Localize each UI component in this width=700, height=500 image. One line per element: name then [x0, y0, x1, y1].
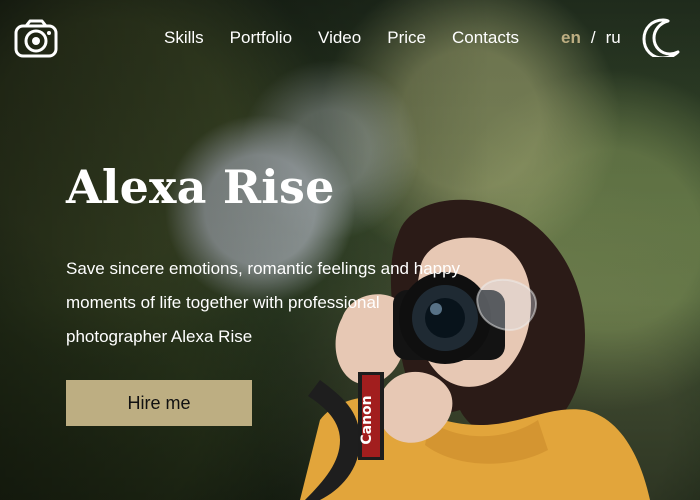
nav-skills[interactable]: Skills [164, 28, 204, 48]
nav-video[interactable]: Video [318, 28, 361, 48]
language-switcher: en / ru [561, 28, 621, 48]
moon-icon[interactable] [642, 17, 682, 57]
lang-en[interactable]: en [561, 28, 581, 48]
hero-content: Alexa Rise Save sincere emotions, romant… [66, 158, 486, 426]
main-nav: Skills Portfolio Video Price Contacts [164, 28, 519, 48]
hero-title: Alexa Rise [66, 160, 335, 214]
hire-me-button[interactable]: Hire me [66, 380, 252, 426]
nav-portfolio[interactable]: Portfolio [230, 28, 292, 48]
hero-section: Canon Skills Portfolio Video Price Conta… [0, 0, 700, 500]
nav-price[interactable]: Price [387, 28, 426, 48]
lang-ru[interactable]: ru [606, 28, 621, 48]
hero-subtitle: Save sincere emotions, romantic feelings… [66, 259, 461, 346]
top-header: Skills Portfolio Video Price Contacts en… [0, 0, 700, 78]
nav-contacts[interactable]: Contacts [452, 28, 519, 48]
camera-icon[interactable] [14, 18, 58, 58]
lang-separator: / [590, 28, 596, 47]
